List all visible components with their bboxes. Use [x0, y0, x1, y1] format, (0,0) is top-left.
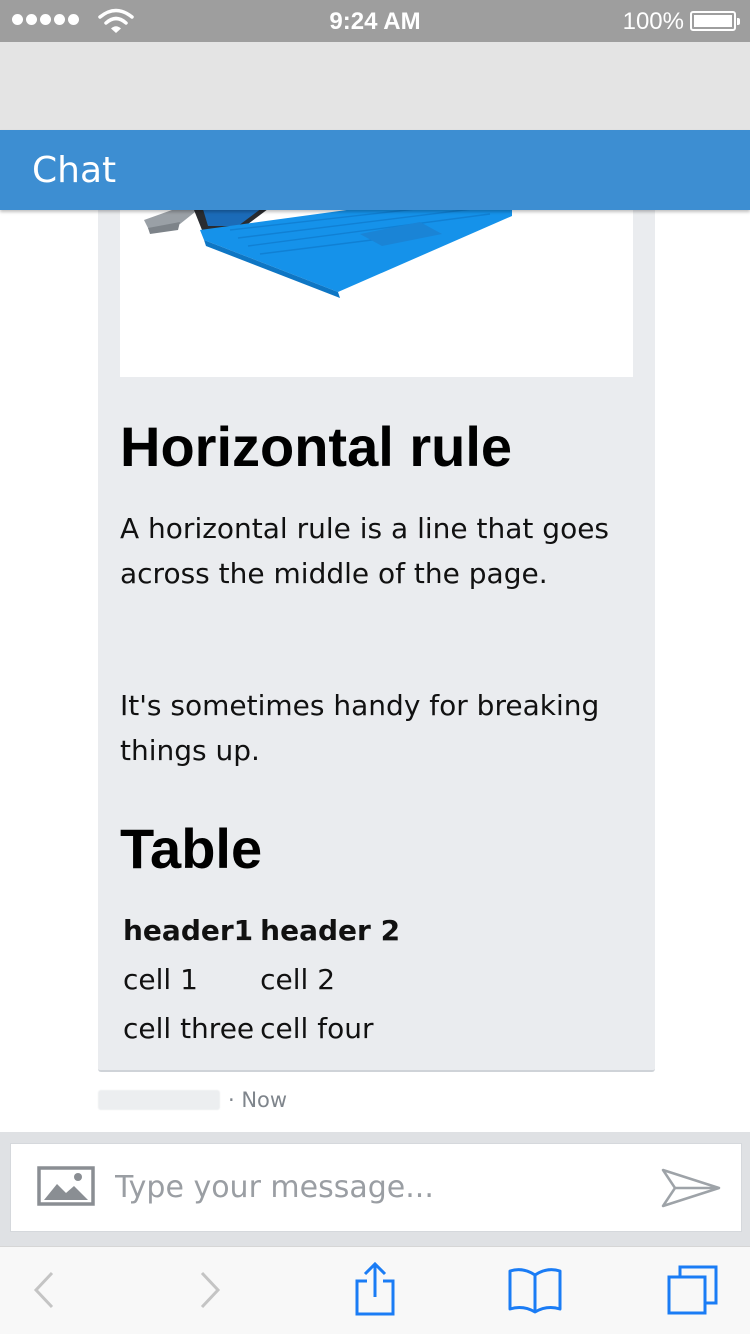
message-meta: · Now — [98, 1088, 287, 1112]
share-icon[interactable] — [352, 1261, 398, 1317]
sender-name-redacted — [98, 1090, 220, 1110]
table-header-row: header1 header 2 — [120, 906, 403, 955]
bookmarks-icon[interactable] — [507, 1265, 563, 1315]
paragraph-1: A horizontal rule is a line that goes ac… — [120, 512, 610, 590]
forward-icon[interactable] — [194, 1265, 226, 1315]
send-icon[interactable] — [661, 1168, 721, 1208]
back-icon[interactable] — [28, 1265, 60, 1315]
composer-box — [10, 1143, 742, 1232]
table-header-cell: header1 — [123, 914, 254, 947]
table-cell: cell three — [123, 1012, 255, 1045]
message-card: Horizontal rule A horizontal rule is a l… — [98, 210, 655, 1072]
heading-table: Table — [120, 817, 263, 880]
app-header: Chat — [0, 130, 750, 210]
browser-address-area — [0, 42, 750, 130]
table-cell: cell 2 — [260, 963, 336, 996]
image-upload-icon[interactable] — [37, 1166, 95, 1206]
table-cell: cell 1 — [123, 963, 198, 996]
laptop-image[interactable] — [120, 210, 633, 377]
heading-horizontal-rule: Horizontal rule — [120, 415, 513, 478]
table-row: cell 1 cell 2 — [120, 955, 403, 1004]
message-timestamp: · Now — [228, 1088, 288, 1112]
battery-percent: 100% — [622, 8, 684, 35]
composer-area — [0, 1132, 750, 1246]
markdown-table: header1 header 2 cell 1 cell 2 cell thre… — [120, 906, 403, 1053]
paragraph-2: It's sometimes handy for breaking things… — [120, 689, 600, 767]
table-header-cell: header 2 — [260, 914, 401, 947]
browser-toolbar — [0, 1246, 750, 1334]
message-input[interactable] — [115, 1162, 635, 1212]
app-title: Chat — [32, 150, 117, 191]
status-bar: 9:24 AM 100% — [0, 0, 750, 42]
tabs-icon[interactable] — [666, 1263, 722, 1319]
table-cell: cell four — [260, 1012, 374, 1045]
table-row: cell three cell four — [120, 1004, 403, 1053]
chat-area[interactable]: Horizontal rule A horizontal rule is a l… — [0, 210, 750, 1132]
battery-icon — [690, 11, 740, 31]
